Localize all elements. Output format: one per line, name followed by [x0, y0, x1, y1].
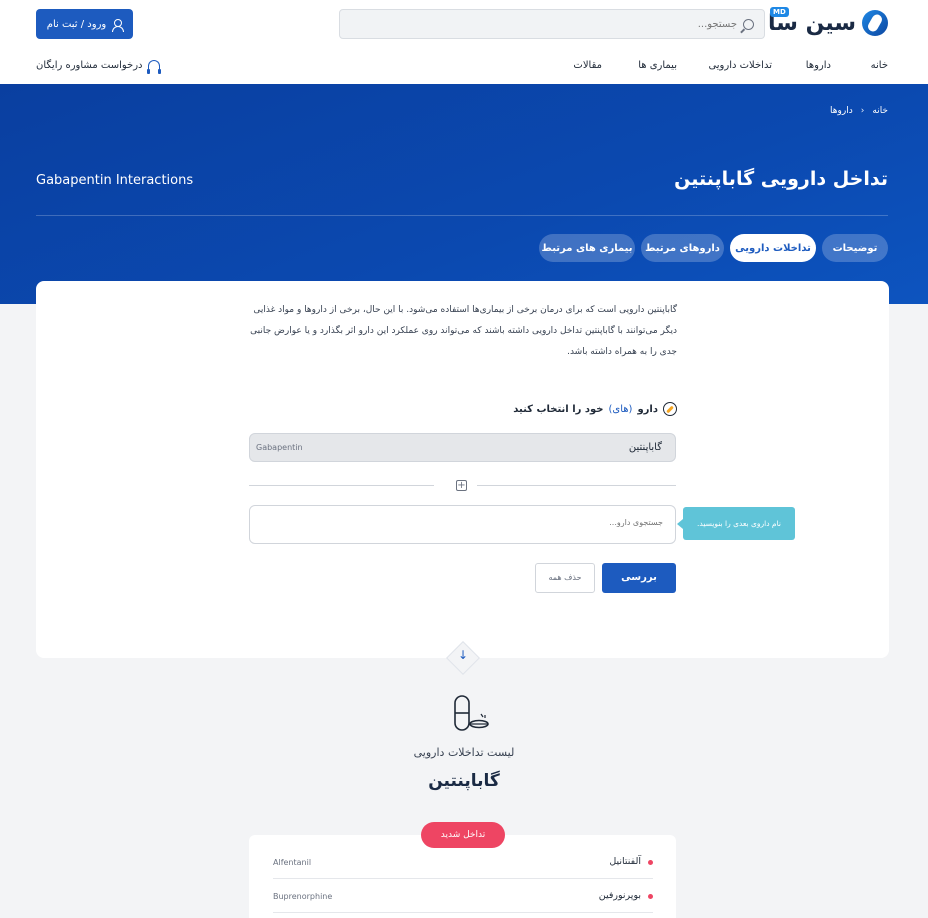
nav-item-diseases[interactable]: بیماری ها	[638, 60, 677, 71]
site-logo[interactable]: سین سا MD	[768, 6, 888, 36]
page-title: تداخل دارویی گاباپنتین	[674, 168, 888, 190]
login-label: ورود / ثبت نام	[46, 18, 107, 30]
selected-drug-en: Gabapentin	[256, 443, 303, 452]
breadcrumb: خانه ‹ داروها	[830, 106, 888, 116]
interaction-drug-en: Buprenorphine	[273, 892, 333, 901]
logo-mark-icon	[862, 10, 888, 36]
interaction-drug-fa: آلفنتانیل	[609, 856, 641, 867]
select-label-part2: (های)	[608, 403, 633, 415]
logo-badge: MD	[770, 6, 789, 17]
nav-item-drugs[interactable]: داروها	[806, 60, 831, 71]
breadcrumb-drugs[interactable]: داروها	[830, 106, 853, 116]
interaction-drug-fa: بوپرنورفین	[598, 890, 641, 901]
pill-icon	[663, 402, 677, 416]
page-title-en: Gabapentin Interactions	[36, 173, 194, 188]
nav-item-home[interactable]: خانه	[871, 60, 888, 71]
clear-all-button[interactable]: حذف همه	[535, 563, 595, 593]
header-search-input[interactable]	[357, 18, 737, 30]
tab-description[interactable]: توضیحات	[822, 234, 888, 262]
login-button[interactable]: ورود / ثبت نام	[36, 9, 133, 39]
hero-divider	[36, 215, 888, 216]
breadcrumb-home[interactable]: خانه	[872, 106, 888, 116]
select-label-part3: خود را انتخاب کنید	[513, 403, 604, 415]
list-item[interactable]: آلفنتانیل Alfentanil	[273, 846, 653, 879]
header-search[interactable]	[339, 9, 765, 39]
tab-bar: توضیحات تداخلات دارویی داروهای مرتبط بیم…	[539, 234, 888, 262]
site-header: سین سا MD ورود / ثبت نام خانه داروها تدا…	[0, 0, 928, 84]
interactions-list-title: گاباپنتین	[428, 771, 500, 791]
hint-tooltip: نام داروی بعدی را بنویسید.	[677, 507, 795, 540]
hero-banner: خانه ‹ داروها تداخل دارویی گاباپنتین Gab…	[0, 84, 928, 304]
drug-search-input[interactable]	[263, 518, 663, 527]
nav-item-articles[interactable]: مقالات	[573, 60, 602, 71]
intro-text: گاباپنتین دارویی است که برای درمان برخی …	[250, 305, 677, 357]
consult-label: درخواست مشاوره رایگان	[36, 60, 143, 71]
arrow-down-icon: ↓	[457, 648, 469, 662]
headset-icon	[146, 60, 161, 74]
divider	[249, 485, 434, 486]
plus-icon[interactable]: +	[456, 480, 467, 491]
list-item[interactable]: بوپرنورفین Buprenorphine	[273, 880, 653, 913]
drug-search-field[interactable]	[249, 505, 676, 544]
selected-drug-fa: گاباپنتین	[628, 442, 662, 453]
tab-interactions[interactable]: تداخلات دارویی	[730, 234, 816, 262]
capsule-icon	[454, 695, 489, 731]
severity-badge: تداخل شدید	[421, 822, 505, 848]
severity-dot-icon	[648, 860, 653, 865]
search-icon[interactable]	[743, 18, 754, 30]
logo-text: سین سا MD	[768, 6, 856, 36]
interaction-checker-card: گاباپنتین دارویی است که برای درمان برخی …	[36, 281, 889, 658]
select-drugs-label: دارو (های) خود را انتخاب کنید	[513, 402, 677, 416]
selected-drug-chip[interactable]: گاباپنتین Gabapentin	[249, 433, 676, 462]
select-label-part1: دارو	[637, 403, 658, 415]
check-button[interactable]: بررسی	[602, 563, 676, 593]
divider	[477, 485, 676, 486]
interactions-list-subtitle: لیست تداخلات دارویی	[413, 746, 515, 759]
tab-related-diseases[interactable]: بیماری های مرتبط	[539, 234, 635, 262]
consult-link[interactable]: درخواست مشاوره رایگان	[36, 60, 161, 74]
tab-related-drugs[interactable]: داروهای مرتبط	[641, 234, 724, 262]
nav-item-interactions[interactable]: تداخلات دارویی	[708, 60, 772, 71]
interaction-drug-en: Alfentanil	[273, 858, 312, 867]
chevron-left-icon: ‹	[860, 106, 865, 116]
severity-dot-icon	[648, 894, 653, 899]
user-icon	[112, 18, 125, 32]
